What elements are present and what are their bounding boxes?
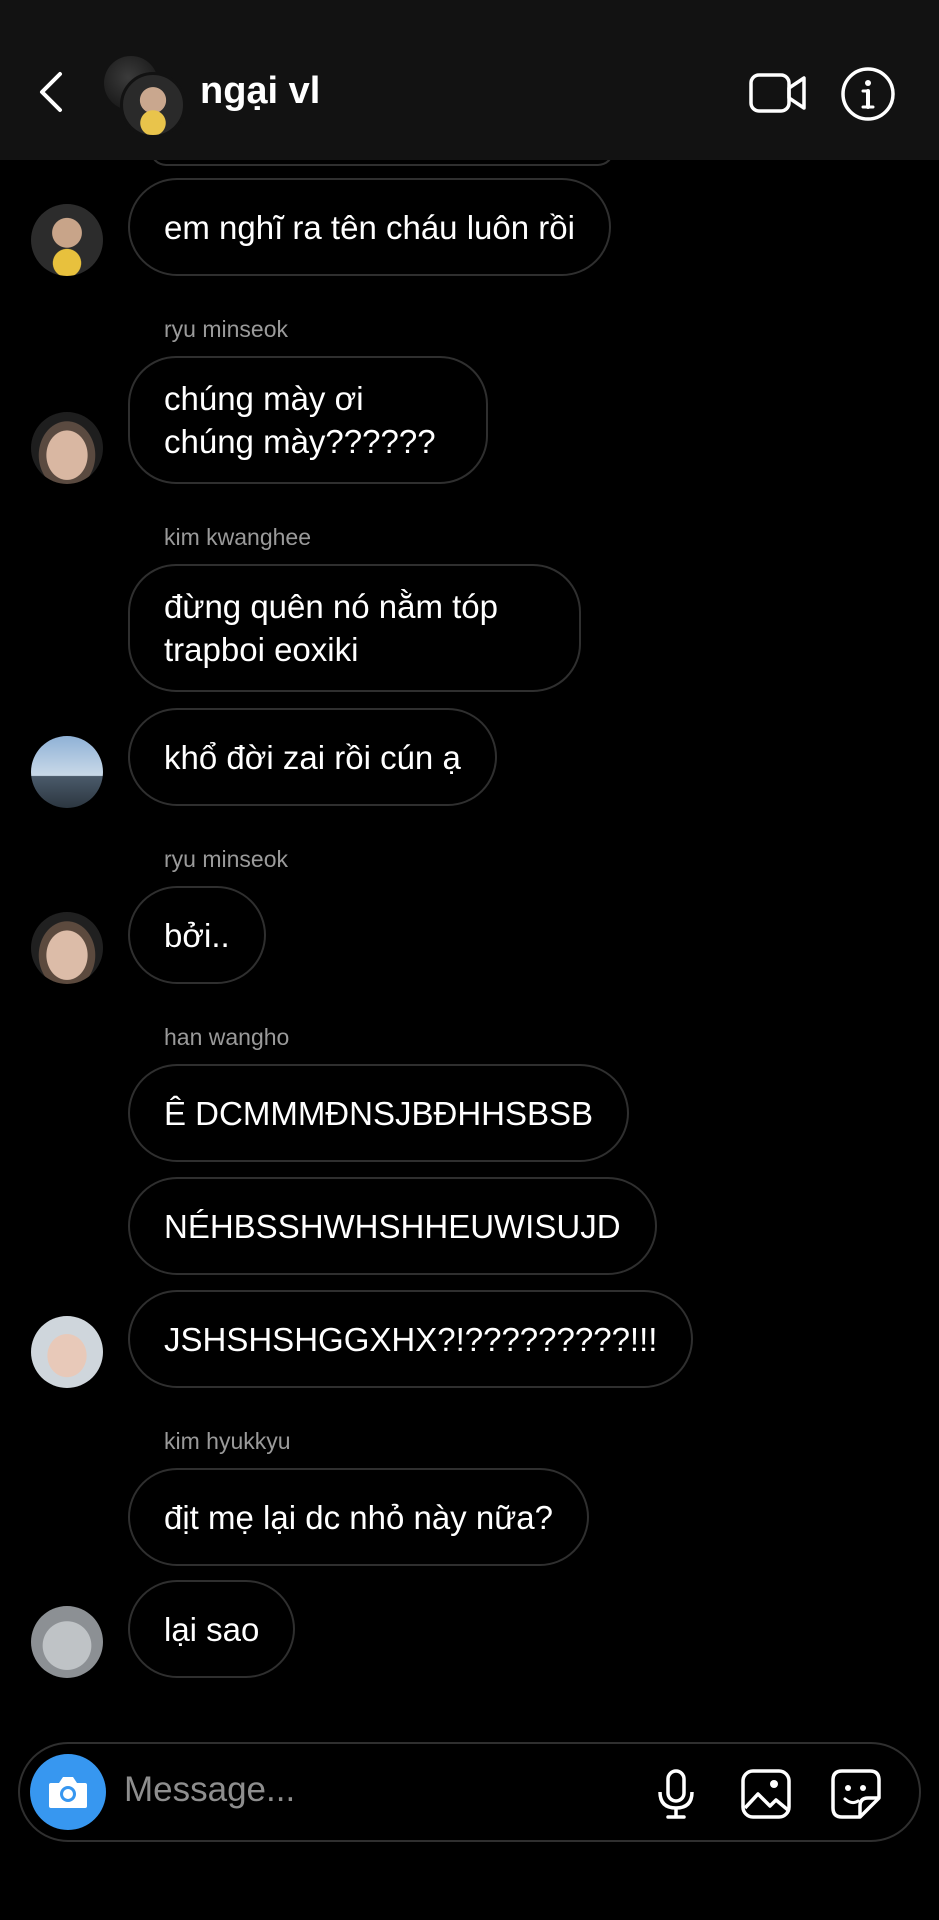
camera-icon [49, 1777, 87, 1808]
sender-name: han wangho [164, 1024, 290, 1050]
avatar[interactable] [31, 912, 103, 984]
chat-title[interactable]: ngại vl [200, 70, 320, 113]
message-bubble[interactable]: bởi.. [128, 886, 266, 984]
video-call-icon[interactable] [748, 70, 808, 116]
message-bubble[interactable]: chúng mày ơi chúng mày?????? [128, 356, 488, 484]
group-avatar[interactable] [104, 56, 186, 138]
message-thread[interactable]: em nghĩ ra tên cháu luôn rồi ryu minseok… [0, 150, 939, 1700]
message-composer[interactable]: Message... [18, 1742, 921, 1842]
message-input[interactable]: Message... [124, 1770, 295, 1810]
message-text: JSHSHSHGGXHX?!?????????!!! [164, 1320, 658, 1358]
message-text: NÉHBSSHWHSHHEUWISUJD [164, 1207, 621, 1245]
chat-header: ngại vl [0, 0, 939, 160]
message-text: Ê DCMMMĐNSJBĐHHSBSB [164, 1094, 594, 1132]
avatar[interactable] [31, 412, 103, 484]
message-bubble[interactable]: đừng quên nó nằm tóp trapboi eoxiki [128, 564, 581, 692]
message-bubble[interactable]: lại sao [128, 1580, 296, 1678]
sticker-icon[interactable] [830, 1768, 882, 1820]
avatar[interactable] [31, 736, 103, 808]
message-text: địt mẹ lại dc nhỏ này nữa? [164, 1498, 553, 1536]
message-text: lại sao [164, 1610, 260, 1648]
info-icon[interactable] [840, 66, 896, 122]
message-bubble[interactable]: địt mẹ lại dc nhỏ này nữa? [128, 1468, 589, 1566]
avatar[interactable] [31, 1316, 103, 1388]
message-text: em nghĩ ra tên cháu luôn rồi [164, 208, 575, 246]
chevron-left-icon[interactable] [30, 62, 74, 122]
camera-button[interactable] [30, 1754, 106, 1830]
gallery-icon[interactable] [740, 1768, 792, 1820]
sender-name: ryu minseok [164, 316, 288, 342]
message-bubble[interactable]: JSHSHSHGGXHX?!?????????!!! [128, 1290, 694, 1388]
group-avatar-front [120, 72, 186, 138]
message-bubble[interactable]: NÉHBSSHWHSHHEUWISUJD [128, 1177, 657, 1275]
message-bubble[interactable]: khổ đời zai rồi cún ạ [128, 708, 497, 806]
message-bubble[interactable]: em nghĩ ra tên cháu luôn rồi [128, 178, 611, 276]
message-text: bởi.. [164, 916, 230, 954]
microphone-icon[interactable] [650, 1768, 702, 1820]
sender-name: kim kwanghee [164, 524, 312, 550]
sender-name: kim hyukkyu [164, 1428, 291, 1454]
message-text: khổ đời zai rồi cún ạ [164, 738, 461, 776]
message-text: chúng mày ơi chúng mày?????? [164, 380, 436, 460]
sender-name: ryu minseok [164, 846, 288, 872]
message-bubble[interactable]: Ê DCMMMĐNSJBĐHHSBSB [128, 1064, 630, 1162]
avatar[interactable] [31, 204, 103, 276]
avatar[interactable] [31, 1606, 103, 1678]
message-text: đừng quên nó nằm tóp trapboi eoxiki [164, 588, 499, 668]
